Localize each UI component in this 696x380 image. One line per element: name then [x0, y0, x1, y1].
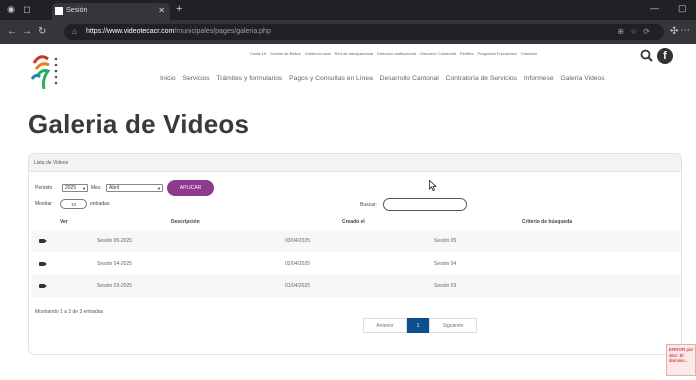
top-link-covid[interactable]: Covid-19	[250, 51, 266, 56]
search-icon[interactable]	[640, 49, 653, 62]
nav-contraloria[interactable]: Contraloría de Servicios	[446, 75, 517, 82]
show-label: Mostrar	[35, 201, 52, 207]
facebook-icon[interactable]: f	[657, 48, 673, 64]
table-info: Mostrando 1 a 3 de 3 entradas	[35, 309, 104, 315]
period-value: 2025	[65, 185, 77, 191]
apply-button[interactable]: APLICAR	[167, 180, 214, 196]
row-criteria: Sesión 04	[434, 261, 457, 267]
tab-close-icon[interactable]: ✕	[158, 6, 165, 15]
menu-icon[interactable]: ⋯	[680, 25, 690, 36]
table-row: Sesión 03-2025 01/04/2025 Sesión 03	[31, 275, 681, 297]
row-created: 03/04/2025	[285, 238, 311, 244]
column-header-criterio[interactable]: Criterio de búsqueda	[522, 219, 572, 225]
row-created: 02/04/2025	[285, 261, 311, 267]
table-row: Sesión 05-2025 03/04/2025 Sesión 05	[31, 230, 681, 252]
tab-favicon-icon	[55, 7, 63, 15]
entries-select[interactable]: 10	[60, 199, 87, 209]
row-description: Sesión 04-2025	[97, 261, 133, 267]
nav-pagos[interactable]: Pagos y Consultas en Línea	[289, 75, 373, 82]
mouse-cursor-icon	[429, 180, 437, 191]
period-select[interactable]: 2025 ▼	[62, 184, 88, 192]
column-header-ver[interactable]: Ver	[60, 219, 68, 225]
nav-informese[interactable]: Informese	[524, 75, 554, 82]
main-nav: Inicio Servicios Trámites y formularios …	[160, 75, 610, 82]
top-link-comercial[interactable]: Dirección Comercial	[420, 51, 456, 56]
address-bar: ← → ↻ ⌂ https://www.videotecacr.com/muni…	[0, 20, 696, 44]
extensions-icon[interactable]: ✣	[670, 26, 678, 38]
lock-icon: ⌂	[72, 27, 77, 36]
url-field[interactable]: ⌂ https://www.videotecacr.com/municipale…	[64, 24, 664, 40]
browser-profile-icon[interactable]: ◉	[6, 4, 16, 14]
chevron-down-icon: ▼	[82, 186, 86, 191]
top-link-institucional[interactable]: Dirección Institucional	[377, 51, 416, 56]
row-description: Sesión 05-2025	[97, 238, 133, 244]
url-host: https://www.videotecacr.com	[86, 28, 175, 35]
browser-tab-strip: ◉ ◻ Sesión ✕ + — ▢	[0, 0, 696, 20]
row-criteria: Sesión 05	[434, 238, 457, 244]
tab-title: Sesión	[66, 7, 88, 14]
video-camera-icon[interactable]	[39, 262, 47, 266]
nav-tramites[interactable]: Trámites y formularios	[216, 75, 282, 82]
nav-inicio[interactable]: Inicio	[160, 75, 176, 82]
top-link-transparencia[interactable]: Red de transparencia	[335, 51, 373, 56]
top-link-contacto[interactable]: Contacto	[521, 51, 537, 56]
video-list-panel: Lista de Videos Periodo 2025 ▼ Mes Abril ▼…	[28, 153, 682, 355]
top-link-perfiles[interactable]: Perfiles	[460, 51, 473, 56]
maximize-icon[interactable]: ▢	[678, 3, 687, 14]
video-camera-icon[interactable]	[39, 239, 47, 243]
omnibox-action-icons[interactable]: ⊕☆⟳	[617, 27, 656, 36]
table-row: Sesión 04-2025 02/04/2025 Sesión 04	[31, 253, 681, 275]
nav-servicios[interactable]: Servicios	[182, 75, 209, 82]
column-header-descripcion[interactable]: Descripción	[171, 219, 200, 225]
url-path: /municipales/pages/galeria.php	[174, 28, 271, 35]
entries-label: entradas	[90, 201, 110, 207]
top-links: Covid-19 Control de Bellos Gobierno loca…	[250, 51, 540, 56]
tab-actions-icon[interactable]: ◻	[22, 4, 32, 14]
month-select[interactable]: Abril ▼	[106, 184, 163, 192]
month-label: Mes	[91, 185, 101, 191]
period-label: Periodo	[35, 185, 53, 191]
row-created: 01/04/2025	[285, 283, 311, 289]
browser-tab[interactable]: Sesión ✕	[52, 3, 170, 20]
column-header-creado[interactable]: Creado el	[342, 219, 365, 225]
top-link-preguntas[interactable]: Preguntas Frecuentes	[477, 51, 516, 56]
municipality-logo	[30, 55, 58, 90]
reload-icon[interactable]: ↻	[38, 26, 46, 38]
video-camera-icon[interactable]	[39, 284, 47, 288]
page-title: Galeria de Videos	[28, 109, 250, 139]
pagination-current[interactable]: 1	[407, 318, 429, 333]
nav-desarrollo[interactable]: Desarrollo Cantonal	[380, 75, 439, 82]
pagination-prev[interactable]: Anterior	[363, 318, 407, 333]
panel-title: Lista de Videos	[29, 154, 681, 172]
forward-icon[interactable]: →	[22, 26, 32, 38]
new-tab-icon[interactable]: +	[176, 3, 182, 15]
minimize-icon[interactable]: —	[650, 3, 659, 13]
pagination-next[interactable]: Siguiente	[429, 318, 477, 333]
month-value: Abril	[109, 185, 120, 191]
error-notice[interactable]: ERROR por sitio: El dominio...	[666, 344, 696, 376]
search-label: Buscar:	[360, 202, 377, 208]
search-input[interactable]	[383, 198, 467, 211]
top-link-control[interactable]: Control de Bellos	[270, 51, 300, 56]
nav-galeria[interactable]: Galería Videos	[560, 75, 604, 82]
chevron-down-icon: ▼	[157, 186, 161, 191]
back-icon[interactable]: ←	[7, 26, 17, 38]
row-criteria: Sesión 03	[434, 283, 457, 289]
row-description: Sesión 03-2025	[97, 283, 133, 289]
site-header: Covid-19 Control de Bellos Gobierno loca…	[0, 44, 696, 100]
top-link-gobierno[interactable]: Gobierno local	[305, 51, 331, 56]
